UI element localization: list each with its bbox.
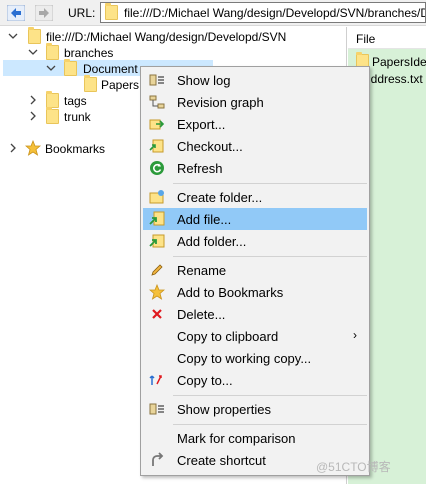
- chevron-right-icon[interactable]: [28, 111, 38, 121]
- tree-item-tags[interactable]: tags: [64, 94, 87, 108]
- log-icon: [149, 72, 165, 88]
- menu-item-label: Show log: [177, 73, 231, 88]
- menu-item-label: Copy to working copy...: [177, 351, 312, 366]
- folder-icon: [46, 107, 59, 124]
- star-icon: [149, 284, 165, 300]
- checkout-icon: [149, 138, 165, 154]
- chevron-down-icon[interactable]: [46, 63, 56, 73]
- menu-item-delete[interactable]: Delete...: [143, 303, 367, 325]
- revision-graph-icon: [149, 94, 165, 110]
- chevron-right-icon: ›: [353, 328, 357, 342]
- menu-item-revision-graph[interactable]: Revision graph: [143, 91, 367, 113]
- chevron-down-icon[interactable]: [28, 47, 38, 57]
- menu-separator: [173, 183, 367, 184]
- menu-item-copy-to[interactable]: Copy to...: [143, 369, 367, 391]
- menu-item-mark-comparison[interactable]: Mark for comparison: [143, 427, 367, 449]
- menu-item-refresh[interactable]: Refresh: [143, 157, 367, 179]
- menu-item-label: Refresh: [177, 161, 223, 176]
- menu-item-label: Checkout...: [177, 139, 243, 154]
- menu-item-label: Add folder...: [177, 234, 247, 249]
- properties-icon: [149, 401, 165, 417]
- add-folder-icon: [149, 233, 165, 249]
- back-button[interactable]: [6, 3, 26, 22]
- list-item[interactable]: PapersIdea: [372, 55, 426, 69]
- tree-item-trunk[interactable]: trunk: [64, 110, 91, 124]
- toolbar: URL: file:///D:/Michael Wang/design/Deve…: [0, 0, 426, 26]
- menu-item-copy-clipboard[interactable]: Copy to clipboard ›: [143, 325, 367, 347]
- menu-item-create-folder[interactable]: Create folder...: [143, 186, 367, 208]
- folder-icon: [105, 3, 118, 20]
- chevron-down-icon[interactable]: [8, 31, 18, 41]
- watermark: @51CTO博客: [316, 460, 391, 474]
- chevron-right-icon[interactable]: [8, 143, 18, 153]
- copy-to-icon: [149, 372, 165, 388]
- menu-item-label: Export...: [177, 117, 226, 132]
- menu-separator: [173, 256, 367, 257]
- column-header-file[interactable]: File: [348, 27, 426, 49]
- menu-item-label: Revision graph: [177, 95, 264, 110]
- menu-item-copy-working-copy[interactable]: Copy to working copy...: [143, 347, 367, 369]
- menu-item-label: Add to Bookmarks: [177, 285, 284, 300]
- create-folder-icon: [149, 189, 165, 205]
- list-item[interactable]: iddress.txt: [368, 72, 423, 86]
- tree-item-bookmarks[interactable]: Bookmarks: [45, 142, 105, 156]
- menu-item-rename[interactable]: Rename: [143, 259, 367, 281]
- url-value: file:///D:/Michael Wang/design/Developd/…: [124, 5, 425, 20]
- delete-icon: [149, 306, 165, 322]
- menu-separator: [173, 395, 367, 396]
- menu-item-show-properties[interactable]: Show properties: [143, 398, 367, 420]
- url-label: URL:: [68, 6, 96, 20]
- menu-item-label: Delete...: [177, 307, 226, 322]
- tree-item-root[interactable]: file:///D:/Michael Wang/design/Developd/…: [46, 30, 286, 44]
- menu-item-label: Create folder...: [177, 190, 263, 205]
- shortcut-icon: [149, 452, 165, 468]
- arrow-right-icon: [35, 4, 53, 21]
- menu-item-label: Create shortcut: [177, 453, 266, 468]
- menu-item-label: Copy to clipboard: [177, 329, 279, 344]
- menu-item-show-log[interactable]: Show log: [143, 69, 367, 91]
- add-file-icon: [149, 211, 165, 227]
- menu-item-add-folder[interactable]: Add folder...: [143, 230, 367, 252]
- folder-icon: [46, 91, 59, 108]
- menu-item-label: Rename: [177, 263, 227, 278]
- menu-item-export[interactable]: Export...: [143, 113, 367, 135]
- menu-item-checkout[interactable]: Checkout...: [143, 135, 367, 157]
- menu-separator: [173, 424, 367, 425]
- refresh-icon: [149, 160, 165, 176]
- folder-icon: [64, 59, 77, 76]
- tree-item-document[interactable]: Document: [83, 62, 138, 76]
- star-icon: [25, 140, 41, 156]
- url-input[interactable]: file:///D:/Michael Wang/design/Developd/…: [100, 2, 426, 23]
- menu-item-label: Mark for comparison: [177, 431, 296, 446]
- chevron-right-icon[interactable]: [28, 95, 38, 105]
- context-menu: Show log Revision graph Export... Checko…: [140, 66, 370, 476]
- menu-item-add-file[interactable]: Add file...: [143, 208, 367, 230]
- folder-icon: [46, 43, 59, 60]
- forward-button[interactable]: [34, 3, 54, 22]
- pencil-icon: [149, 262, 165, 278]
- export-icon: [149, 116, 165, 132]
- menu-item-add-bookmarks[interactable]: Add to Bookmarks: [143, 281, 367, 303]
- menu-item-label: Show properties: [177, 402, 271, 417]
- tree-item-branches[interactable]: branches: [64, 46, 113, 60]
- folder-icon: [84, 75, 97, 92]
- menu-item-label: Copy to...: [177, 373, 233, 388]
- arrow-left-icon: [7, 4, 25, 21]
- menu-item-label: Add file...: [177, 212, 232, 227]
- folder-icon: [28, 27, 41, 44]
